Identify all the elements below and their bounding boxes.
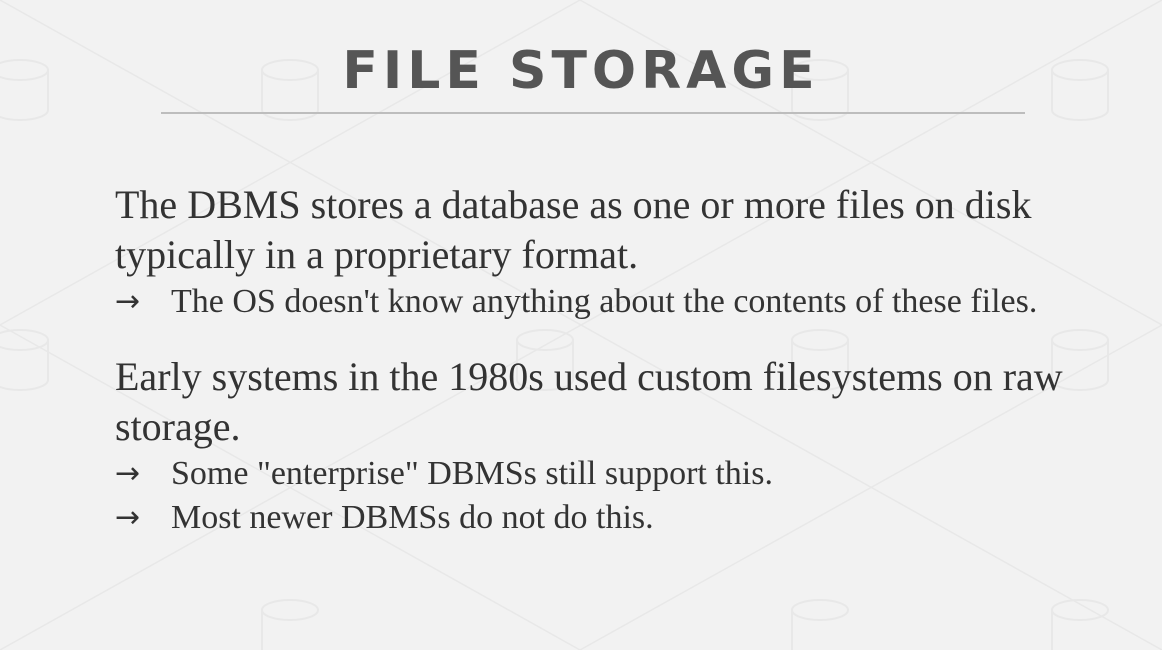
slide-title: FILE STORAGE — [342, 41, 820, 101]
arrow-icon: → — [115, 284, 141, 319]
sub-bullet-list: → Some "enterprise" DBMSs still support … — [115, 452, 1125, 540]
main-bullet-text: Early systems in the 1980s used custom f… — [115, 354, 1063, 449]
arrow-icon: → — [115, 500, 141, 535]
sub-bullet: → The OS doesn't know anything about the… — [115, 280, 1125, 324]
sub-bullet: → Most newer DBMSs do not do this. — [115, 496, 1125, 540]
arrow-icon: → — [115, 456, 141, 491]
main-bullet-text: The DBMS stores a database as one or mor… — [115, 182, 1032, 277]
sub-bullet: → Some "enterprise" DBMSs still support … — [115, 452, 1125, 496]
sub-bullet-text: The OS doesn't know anything about the c… — [171, 283, 1038, 320]
slide: FILE STORAGE The DBMS stores a database … — [0, 0, 1162, 650]
sub-bullet-text: Some "enterprise" DBMSs still support th… — [171, 455, 773, 492]
title-divider — [161, 112, 1025, 114]
bullet-block: Early systems in the 1980s used custom f… — [115, 352, 1125, 540]
sub-bullet-list: → The OS doesn't know anything about the… — [115, 280, 1125, 324]
bullet-block: The DBMS stores a database as one or mor… — [115, 180, 1125, 324]
sub-bullet-text: Most newer DBMSs do not do this. — [171, 499, 654, 536]
slide-content: The DBMS stores a database as one or mor… — [115, 180, 1125, 568]
